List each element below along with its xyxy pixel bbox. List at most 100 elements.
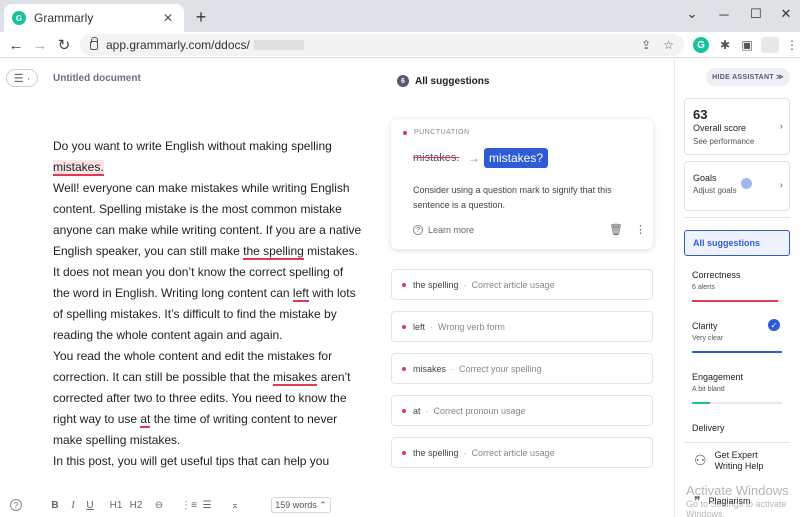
correctness-bar: [692, 300, 782, 302]
document-menu-button[interactable]: ☰ ·: [6, 69, 38, 87]
error-underline[interactable]: misakes: [273, 370, 318, 386]
browser-toolbar: ← → ↻ app.grammarly.com/ddocs/ ⇪ ☆ G ✱ ▣…: [0, 32, 800, 58]
editor-area: ☰ · Untitled document Do you want to wri…: [0, 59, 375, 517]
correctness-category[interactable]: Correctness 6 alerts: [692, 270, 784, 302]
suggestion-category: PUNCTUATION: [403, 129, 470, 136]
profile-avatar[interactable]: [761, 37, 779, 53]
clear-format-icon[interactable]: ⌅: [228, 497, 242, 513]
expert-person-icon: ⚇: [694, 452, 707, 468]
browser-menu-icon[interactable]: ⋮: [784, 37, 800, 53]
all-suggestions-filter[interactable]: All suggestions: [684, 230, 790, 256]
see-performance-link[interactable]: See performance: [693, 137, 754, 146]
grammarly-favicon-icon: G: [12, 11, 26, 25]
learn-more-link[interactable]: ? Learn more: [413, 225, 474, 235]
accept-replacement-button[interactable]: mistakes?: [484, 148, 549, 168]
goals-card[interactable]: Goals Adjust goals ›: [684, 161, 790, 211]
hide-assistant-button[interactable]: HIDE ASSISTANT ≫: [706, 68, 790, 86]
word-count-button[interactable]: 159 words ⌃: [271, 497, 331, 513]
maximize-button[interactable]: ☐: [740, 2, 772, 26]
adjust-goals-link[interactable]: Adjust goals: [693, 186, 737, 195]
browser-tab-bar: G Grammarly ✕ + ⌄ ─ ☐ ✕: [0, 0, 800, 32]
italic-button[interactable]: I: [67, 497, 79, 513]
grammarly-extension-icon[interactable]: G: [693, 37, 709, 53]
formatting-toolbar: ? B I U H1 H2 ⊖ ⋮≡ ☰ ⌅ 159 words ⌃: [0, 493, 375, 517]
back-arrow-icon[interactable]: ←: [6, 35, 26, 55]
tab-close-icon[interactable]: ✕: [160, 11, 176, 25]
paragraph: You read the whole content and edit the …: [53, 349, 351, 447]
mouse-cursor-indicator: [741, 178, 752, 189]
suggestion-card[interactable]: the spelling · Correct article usage: [391, 269, 653, 300]
alert-dot-icon: [403, 130, 407, 135]
plagiarism-button[interactable]: ❞ Plagiarism: [694, 494, 750, 508]
heading1-button[interactable]: H1: [108, 497, 124, 513]
help-icon[interactable]: ?: [10, 499, 22, 511]
goals-label: Goals: [693, 173, 717, 183]
overall-score-value: 63: [693, 107, 708, 122]
expert-help-button[interactable]: ⚇ Get Expert Writing Help: [694, 450, 777, 472]
suggestion-card[interactable]: the spelling · Correct article usage: [391, 437, 653, 468]
clarity-bar: [692, 351, 782, 353]
forward-arrow-icon[interactable]: →: [30, 35, 50, 55]
quote-icon: ❞: [694, 494, 701, 508]
minimize-button[interactable]: ─: [708, 2, 740, 26]
original-text: mistakes.: [413, 152, 460, 164]
address-bar[interactable]: app.grammarly.com/ddocs/ ⇪ ☆: [80, 34, 684, 56]
bold-button[interactable]: B: [49, 497, 61, 513]
alert-dot-icon: [402, 408, 406, 413]
suggestions-panel: 6 All suggestions PUNCTUATION mistakes. …: [378, 59, 673, 517]
error-underline[interactable]: at: [140, 412, 151, 428]
redacted-url-part: [253, 40, 304, 50]
suggestion-card[interactable]: left · Wrong verb form: [391, 311, 653, 342]
divider: [684, 217, 790, 218]
browser-tab[interactable]: G Grammarly ✕: [4, 4, 184, 32]
paragraph: In this post, you will get useful tips t…: [53, 454, 330, 468]
error-underline[interactable]: the spelling: [243, 244, 304, 260]
side-panel-icon[interactable]: ▣: [739, 37, 755, 53]
new-tab-button[interactable]: +: [190, 7, 212, 28]
heading2-button[interactable]: H2: [128, 497, 144, 513]
share-icon[interactable]: ⇪: [641, 38, 651, 52]
chevron-right-icon: ›: [779, 121, 783, 132]
url-text: app.grammarly.com/ddocs/: [106, 38, 250, 52]
underline-button[interactable]: U: [84, 497, 96, 513]
tab-search-chevron-icon[interactable]: ⌄: [676, 2, 708, 26]
lock-icon: [90, 36, 98, 50]
suggestion-card-expanded[interactable]: PUNCTUATION mistakes. → mistakes? Consid…: [391, 119, 653, 249]
tab-title: Grammarly: [34, 11, 94, 25]
suggestion-count-badge: 6: [397, 75, 409, 87]
question-icon: ?: [413, 225, 423, 235]
check-circle-icon: ✓: [768, 319, 780, 331]
paragraph: Do you want to write English without mak…: [53, 139, 332, 176]
error-underline[interactable]: left: [292, 286, 309, 302]
divider: [684, 442, 790, 443]
document-title[interactable]: Untitled document: [53, 73, 141, 84]
alert-dot-icon: [402, 366, 406, 371]
alert-dot-icon: [402, 450, 406, 455]
paragraph: Well! everyone can make mistakes while w…: [53, 181, 362, 260]
link-icon[interactable]: ⊖: [152, 497, 166, 513]
alert-dot-icon: [402, 324, 406, 329]
bullet-list-icon[interactable]: ☰: [200, 497, 214, 513]
bookmark-star-icon[interactable]: ☆: [663, 38, 674, 52]
assistant-sidebar: HIDE ASSISTANT ≫ 63 Overall score See pe…: [674, 59, 800, 517]
engagement-category[interactable]: Engagement A bit bland: [692, 372, 784, 404]
more-options-icon[interactable]: ⋮: [635, 223, 646, 236]
suggestion-card[interactable]: at · Correct pronoun usage: [391, 395, 653, 426]
dismiss-trash-icon[interactable]: 🗑: [609, 223, 623, 236]
document-body[interactable]: Do you want to write English without mak…: [53, 136, 363, 472]
chevron-right-icon: ›: [779, 180, 783, 191]
suggestion-explanation: Consider using a question mark to signif…: [413, 185, 612, 210]
reload-icon[interactable]: ↻: [54, 35, 74, 55]
extensions-puzzle-icon[interactable]: ✱: [717, 37, 733, 53]
arrow-right-icon: →: [468, 151, 480, 165]
delivery-category[interactable]: Delivery: [692, 423, 725, 433]
paragraph: It does not mean you don’t know the corr…: [53, 265, 356, 342]
ordered-list-icon[interactable]: ⋮≡: [181, 497, 197, 513]
suggestions-header: 6 All suggestions: [397, 75, 489, 87]
overall-score-card[interactable]: 63 Overall score See performance ›: [684, 98, 790, 155]
close-window-button[interactable]: ✕: [770, 2, 800, 26]
suggestion-card[interactable]: misakes · Correct your spelling: [391, 353, 653, 384]
error-highlight[interactable]: mistakes.: [53, 160, 104, 176]
clarity-category[interactable]: Clarity Very clear ✓: [692, 319, 784, 353]
engagement-bar: [692, 402, 782, 404]
